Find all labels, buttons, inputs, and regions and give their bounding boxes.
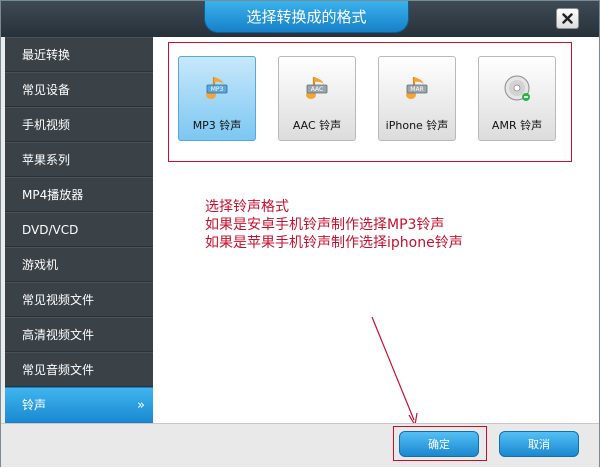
- format-dialog: 选择转换成的格式 最近转换 常见设备 手机视频 苹果系列 MP4播放器 DVD/…: [0, 0, 600, 467]
- ok-button[interactable]: 确定: [399, 431, 479, 457]
- cancel-button[interactable]: 取消: [499, 431, 579, 457]
- annotation-arrow: [371, 316, 418, 427]
